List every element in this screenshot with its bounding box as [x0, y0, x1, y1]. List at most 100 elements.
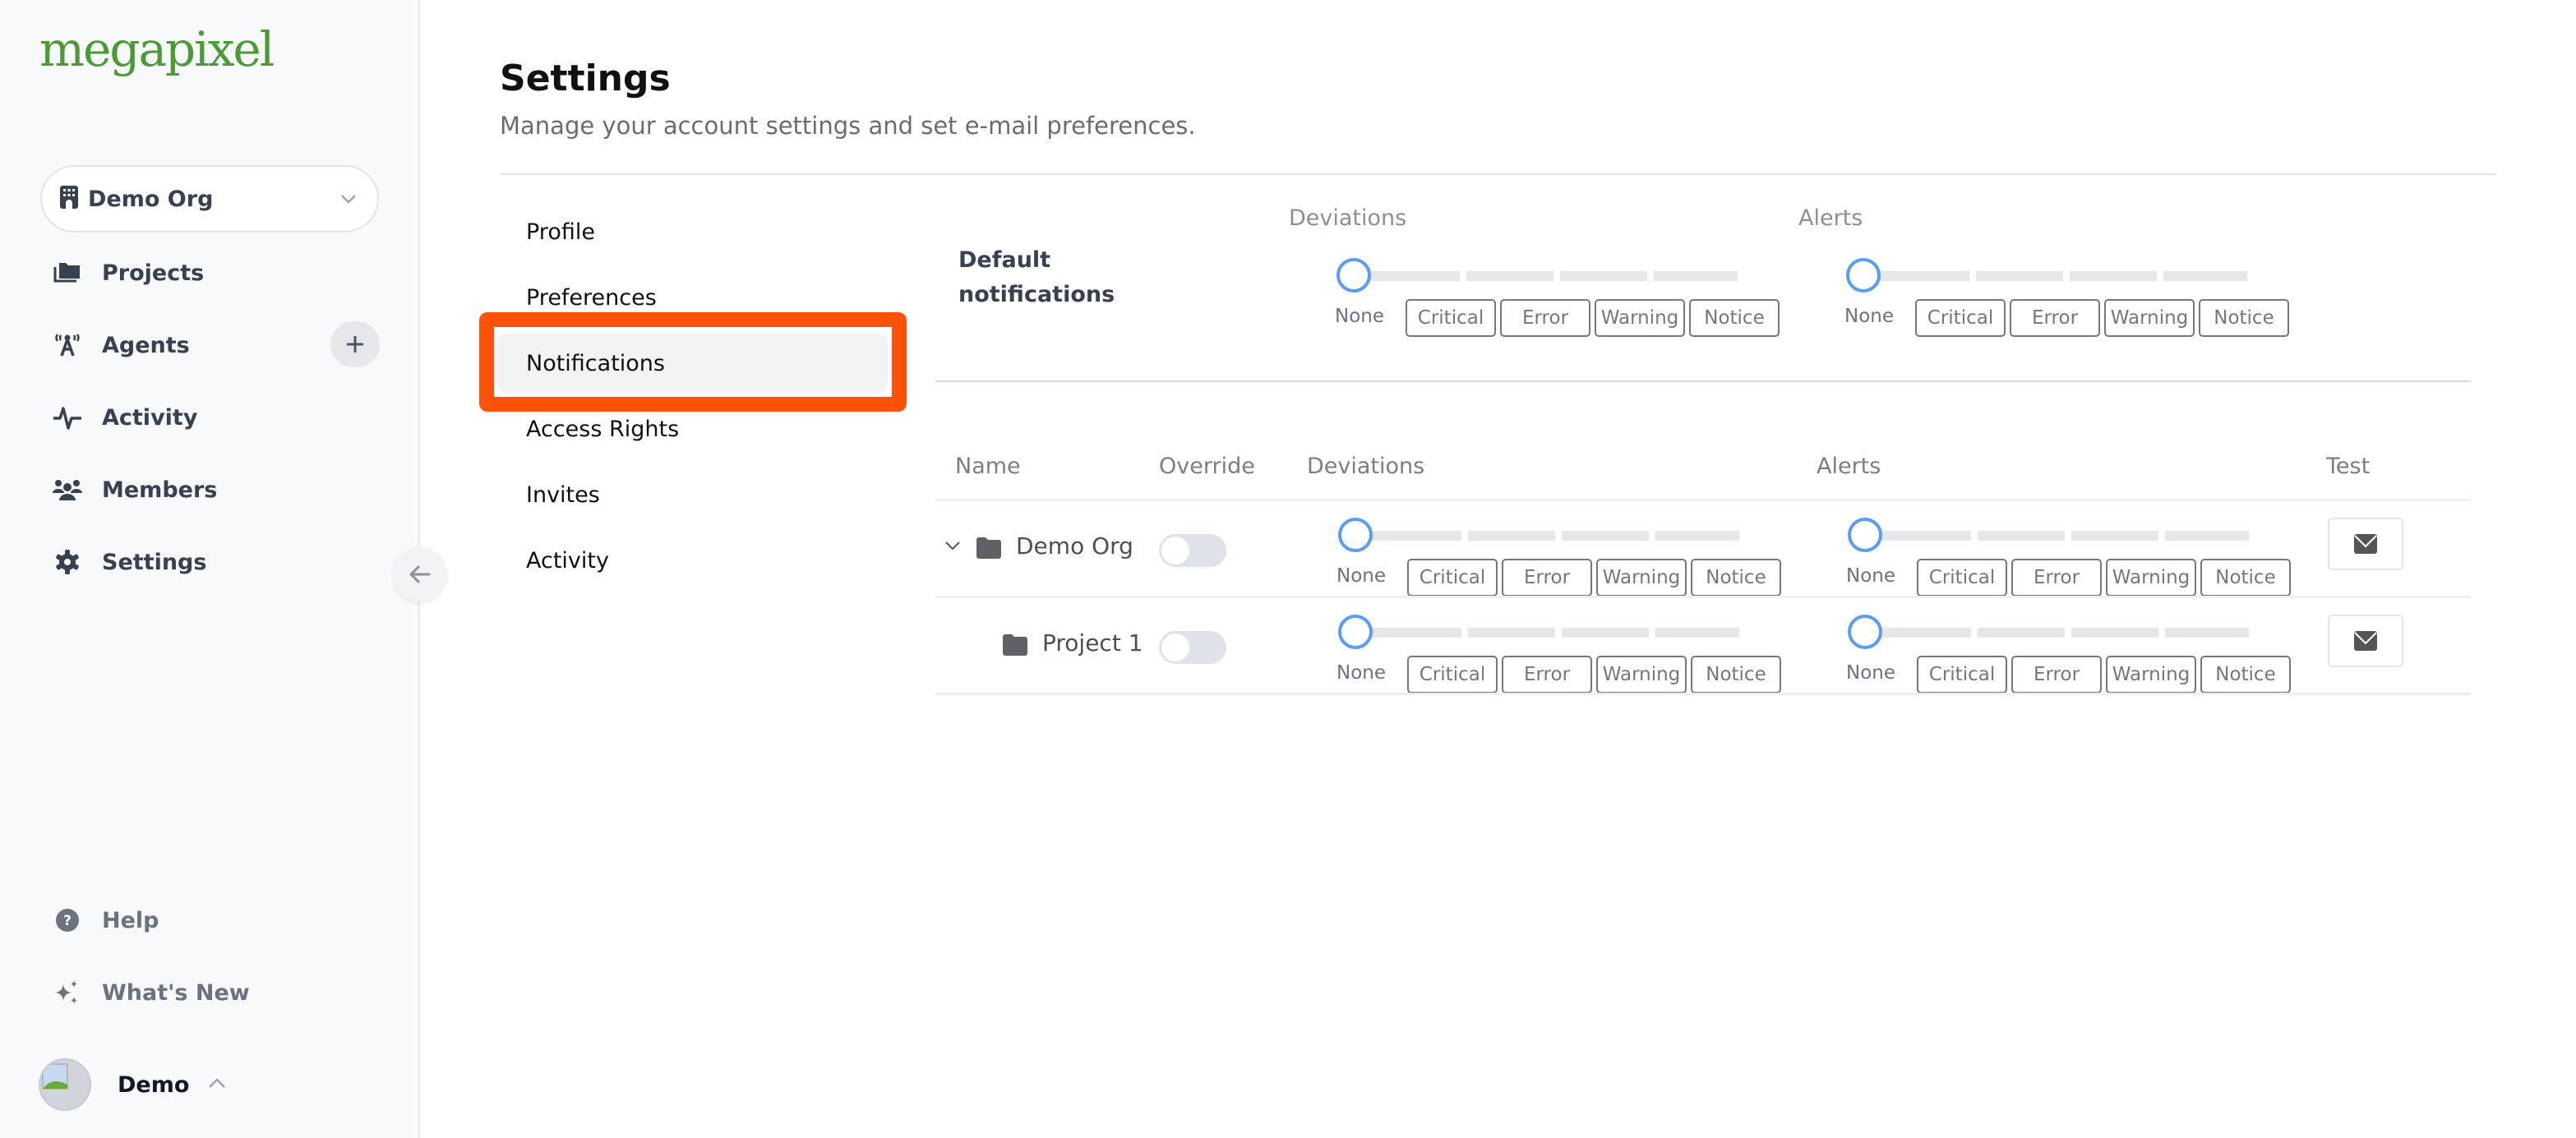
level-step-dot	[1555, 529, 1562, 542]
sidebar-item-label: Settings	[102, 549, 207, 575]
level-button-error[interactable]: Error	[1502, 559, 1592, 597]
override-toggle[interactable]	[1159, 534, 1226, 567]
level-button-error[interactable]: Error	[1502, 656, 1592, 693]
deviations-level[interactable]: None Critical Error Warning Notice	[1336, 511, 1798, 597]
level-button-error[interactable]: Error	[2010, 299, 2100, 337]
level-slider-handle[interactable]	[1338, 518, 1373, 552]
alerts-level[interactable]: None Critical Error Warning Notice	[1846, 608, 2308, 693]
level-none-label: None	[1336, 565, 1387, 587]
sidebar-item-activity[interactable]: Activity	[53, 393, 381, 442]
level-button-critical[interactable]: Critical	[1915, 299, 2006, 337]
alerts-header: Alerts	[1798, 205, 1863, 231]
level-button-notice[interactable]: Notice	[1691, 656, 1781, 693]
level-button-warning[interactable]: Warning	[1596, 559, 1687, 597]
level-button-error[interactable]: Error	[1500, 299, 1590, 337]
users-icon	[53, 475, 82, 504]
level-none-label: None	[1844, 306, 1895, 327]
user-name: Demo	[118, 1071, 190, 1098]
default-deviations-level[interactable]: None Critical Error Warning Notice	[1335, 251, 1797, 337]
svg-text:?: ?	[63, 913, 72, 929]
level-step-dot	[1461, 626, 1468, 639]
sidebar-item-label: Activity	[102, 404, 198, 431]
broken-image-icon	[42, 1063, 68, 1090]
default-alerts-level[interactable]: None Critical Error Warning Notice	[1844, 251, 2306, 337]
level-step-dot	[1738, 270, 1744, 283]
level-button-critical[interactable]: Critical	[1406, 299, 1496, 337]
level-button-error[interactable]: Error	[2011, 559, 2102, 597]
user-menu[interactable]: Demo	[39, 1058, 227, 1111]
add-agent-button[interactable]	[330, 321, 380, 367]
page-subtitle: Manage your account settings and set e-m…	[500, 112, 1196, 140]
level-button-notice[interactable]: Notice	[2199, 299, 2289, 337]
test-email-button[interactable]	[2328, 615, 2403, 667]
level-slider-handle[interactable]	[1338, 615, 1373, 649]
level-step-dot	[1460, 270, 1466, 283]
tab-invites[interactable]: Invites	[496, 465, 888, 524]
column-header-name: Name	[955, 454, 1021, 479]
building-icon	[60, 186, 78, 212]
level-button-warning[interactable]: Warning	[1596, 656, 1687, 693]
row-name: Project 1	[1042, 629, 1143, 657]
level-slider-handle[interactable]	[1848, 518, 1882, 552]
level-button-warning[interactable]: Warning	[2104, 299, 2195, 337]
toggle-thumb	[1161, 537, 1189, 564]
sidebar-item-label: Members	[102, 477, 218, 503]
level-slider-handle[interactable]	[1336, 258, 1371, 293]
chevron-down-icon	[338, 188, 359, 213]
alerts-level[interactable]: None Critical Error Warning Notice	[1846, 511, 2308, 597]
collapse-sidebar-button[interactable]	[393, 547, 447, 601]
sidebar-item-label: Help	[102, 907, 159, 933]
level-step-dot	[1739, 626, 1746, 639]
level-step-dot	[1553, 270, 1560, 283]
sidebar-item-label: Projects	[102, 260, 205, 286]
sidebar-item-projects[interactable]: Projects	[53, 248, 381, 297]
org-selector-label: Demo Org	[88, 186, 214, 212]
folders-icon	[53, 258, 82, 288]
level-button-notice[interactable]: Notice	[1691, 559, 1781, 597]
level-button-critical[interactable]: Critical	[1917, 559, 2007, 597]
sidebar-item-settings[interactable]: Settings	[53, 537, 381, 587]
level-button-notice[interactable]: Notice	[2200, 559, 2291, 597]
level-none-label: None	[1335, 306, 1385, 327]
column-header-override: Override	[1159, 454, 1255, 479]
tab-notifications[interactable]: Notifications	[496, 334, 888, 393]
sidebar-item-help[interactable]: ? Help	[53, 896, 381, 945]
deviations-header: Deviations	[1289, 205, 1407, 231]
test-email-button[interactable]	[2328, 518, 2403, 570]
chevron-down-icon[interactable]	[944, 539, 962, 555]
level-step-dot	[1649, 626, 1655, 639]
column-header-deviations: Deviations	[1307, 454, 1425, 479]
level-step-dot	[2157, 270, 2163, 283]
level-slider-handle[interactable]	[1846, 258, 1881, 293]
level-step-dot	[2249, 529, 2255, 542]
level-button-warning[interactable]: Warning	[2106, 656, 2196, 693]
level-step-dot	[1649, 529, 1655, 542]
antenna-icon	[53, 330, 82, 360]
level-button-error[interactable]: Error	[2011, 656, 2102, 693]
sidebar-item-members[interactable]: Members	[53, 465, 381, 514]
table-row: Project 1 None Critical Error Warning Notice…	[935, 598, 2471, 695]
level-step-dot	[2249, 626, 2255, 639]
folder-icon	[1003, 634, 1027, 659]
level-button-critical[interactable]: Critical	[1917, 656, 2007, 693]
level-slider-handle[interactable]	[1848, 615, 1882, 649]
level-button-critical[interactable]: Critical	[1407, 656, 1498, 693]
level-button-notice[interactable]: Notice	[2200, 656, 2291, 693]
org-selector[interactable]: Demo Org	[40, 165, 379, 233]
level-button-critical[interactable]: Critical	[1407, 559, 1498, 597]
level-step-dot	[1971, 529, 1978, 542]
page-title: Settings	[500, 58, 671, 99]
tab-activity[interactable]: Activity	[496, 531, 888, 590]
deviations-level[interactable]: None Critical Error Warning Notice	[1336, 608, 1798, 693]
level-button-warning[interactable]: Warning	[1595, 299, 1685, 337]
level-button-notice[interactable]: Notice	[1689, 299, 1780, 337]
level-button-warning[interactable]: Warning	[2106, 559, 2196, 597]
tab-preferences[interactable]: Preferences	[496, 268, 888, 327]
toggle-thumb	[1161, 634, 1189, 661]
label-line: notifications	[958, 282, 1115, 307]
override-toggle[interactable]	[1159, 631, 1226, 664]
tab-profile[interactable]: Profile	[496, 202, 888, 261]
level-none-label: None	[1336, 662, 1387, 684]
sidebar-item-whats-new[interactable]: What's New	[53, 968, 381, 1017]
tab-access-rights[interactable]: Access Rights	[496, 399, 888, 458]
